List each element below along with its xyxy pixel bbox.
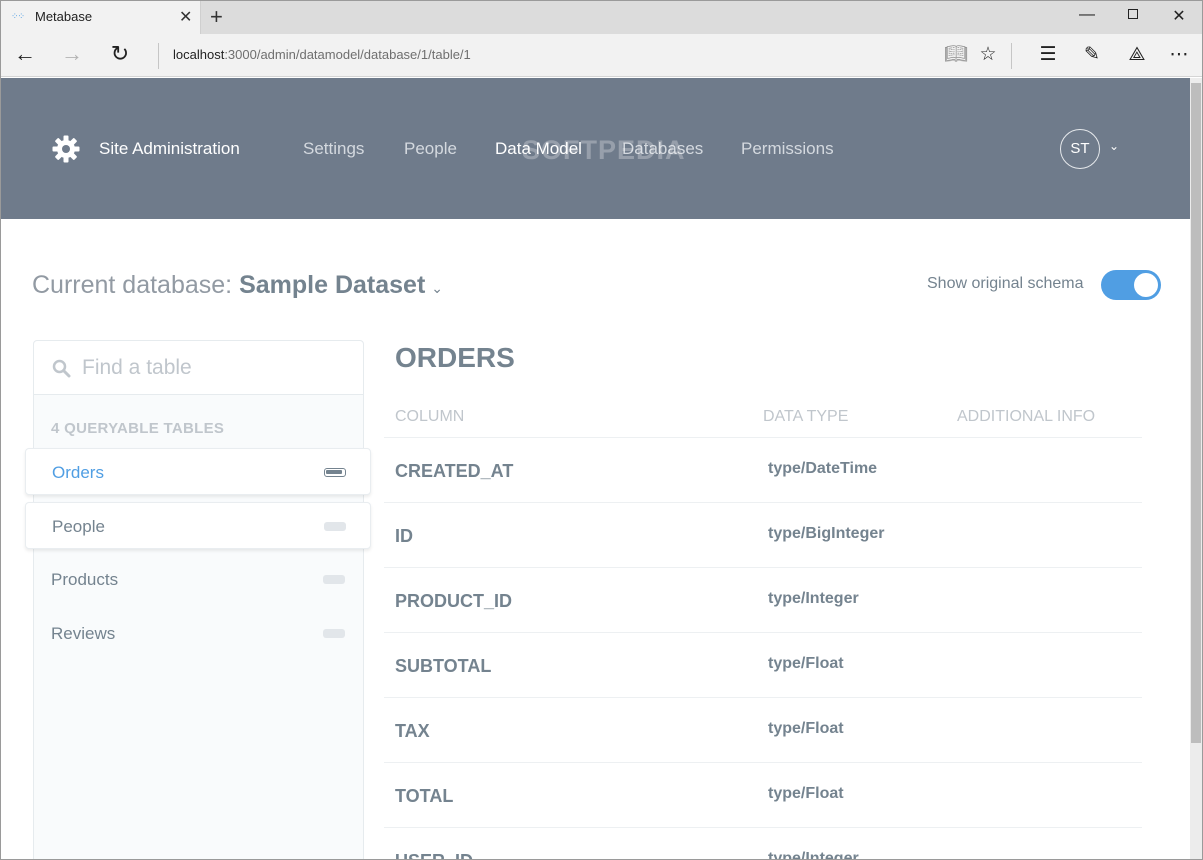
column-type[interactable]: type/Float bbox=[768, 720, 844, 738]
chevron-down-icon: ⌄ bbox=[431, 280, 444, 296]
visibility-icon[interactable] bbox=[324, 468, 346, 477]
toggle-knob bbox=[1134, 273, 1158, 297]
nav-settings[interactable]: Settings bbox=[303, 139, 364, 159]
column-header-additional-info: ADDITIONAL INFO bbox=[957, 408, 1096, 425]
table-row: CREATED_AT type/DateTime bbox=[384, 437, 1142, 502]
web-note-icon[interactable]: ✎ bbox=[1080, 43, 1104, 67]
table-item-orders[interactable]: Orders bbox=[25, 448, 371, 495]
table-row: TOTAL type/Float bbox=[384, 762, 1142, 827]
column-type[interactable]: type/DateTime bbox=[768, 460, 877, 478]
chevron-down-icon[interactable]: ⌄ bbox=[1109, 139, 1119, 153]
column-type[interactable]: type/Integer bbox=[768, 850, 859, 859]
show-original-schema-toggle[interactable] bbox=[1101, 270, 1161, 300]
table-item-people[interactable]: People bbox=[25, 502, 371, 549]
column-header-column: COLUMN bbox=[395, 408, 465, 425]
table-title[interactable]: ORDERS bbox=[395, 342, 515, 374]
column-type[interactable]: type/Float bbox=[768, 785, 844, 803]
table-search-input[interactable] bbox=[82, 355, 342, 381]
nav-permissions[interactable]: Permissions bbox=[741, 139, 834, 159]
more-icon[interactable]: ⋯ bbox=[1167, 43, 1191, 67]
tab-bar: ⁘⁘ Metabase ✕ + — ✕ bbox=[1, 1, 1202, 34]
site-administration-title[interactable]: Site Administration bbox=[99, 139, 240, 159]
column-name[interactable]: PRODUCT_ID bbox=[395, 591, 512, 612]
address-separator bbox=[158, 43, 159, 69]
table-row: TAX type/Float bbox=[384, 697, 1142, 762]
close-tab-icon[interactable]: ✕ bbox=[179, 7, 192, 27]
close-window-icon[interactable]: ✕ bbox=[1169, 6, 1189, 26]
column-name[interactable]: TOTAL bbox=[395, 786, 453, 807]
address-bar[interactable]: localhost:3000/admin/datamodel/database/… bbox=[173, 47, 471, 62]
address-host: localhost bbox=[173, 47, 225, 62]
visibility-icon[interactable] bbox=[323, 575, 345, 584]
table-row: PRODUCT_ID type/Integer bbox=[384, 567, 1142, 632]
favorite-star-icon[interactable]: ☆ bbox=[976, 43, 1000, 67]
table-row: ID type/BigInteger bbox=[384, 502, 1142, 567]
metabase-favicon-icon: ⁘⁘ bbox=[11, 12, 25, 22]
column-name[interactable]: SUBTOTAL bbox=[395, 656, 491, 677]
column-name[interactable]: CREATED_AT bbox=[395, 461, 513, 482]
table-item-label: Products bbox=[51, 570, 119, 589]
show-original-schema-label: Show original schema bbox=[927, 275, 1084, 292]
admin-header: Site Administration Settings People Data… bbox=[1, 78, 1190, 219]
current-database-selector[interactable]: Current database: Sample Dataset ⌄ bbox=[32, 271, 443, 300]
maximize-icon[interactable] bbox=[1123, 6, 1143, 24]
table-search bbox=[34, 341, 363, 395]
visibility-icon[interactable] bbox=[323, 629, 345, 638]
column-name[interactable]: ID bbox=[395, 526, 413, 547]
search-icon bbox=[52, 359, 71, 378]
reading-view-icon[interactable]: 📖︎ bbox=[944, 43, 968, 67]
softpedia-watermark: SOFTPEDIA bbox=[522, 135, 686, 165]
queryable-tables-count: 4 QUERYABLE TABLES bbox=[51, 420, 225, 437]
user-avatar[interactable]: ST bbox=[1060, 129, 1100, 169]
forward-arrow-icon[interactable]: → bbox=[59, 42, 85, 66]
nav-people[interactable]: People bbox=[404, 139, 457, 159]
back-arrow-icon[interactable]: ← bbox=[12, 42, 38, 66]
gear-icon bbox=[52, 135, 80, 163]
new-tab-icon[interactable]: + bbox=[210, 4, 223, 30]
browser-tab[interactable]: ⁘⁘ Metabase ✕ bbox=[1, 1, 201, 34]
column-header-data-type: DATA TYPE bbox=[763, 408, 849, 425]
table-item-products[interactable]: Products bbox=[25, 556, 371, 603]
address-path: :3000/admin/datamodel/database/1/table/1 bbox=[224, 47, 471, 62]
table-item-reviews[interactable]: Reviews bbox=[25, 610, 371, 657]
column-type[interactable]: type/BigInteger bbox=[768, 525, 884, 543]
visibility-icon[interactable] bbox=[324, 522, 346, 531]
column-type[interactable]: type/Float bbox=[768, 655, 844, 673]
table-item-label: Reviews bbox=[51, 624, 116, 643]
page-scrollbar-thumb[interactable] bbox=[1191, 83, 1201, 743]
column-name[interactable]: USER_ID bbox=[395, 851, 473, 859]
column-name[interactable]: TAX bbox=[395, 721, 430, 742]
toolbar-separator bbox=[1011, 43, 1012, 69]
table-item-label: Orders bbox=[52, 463, 104, 482]
table-item-label: People bbox=[52, 517, 105, 536]
current-database-prefix: Current database: bbox=[32, 271, 233, 299]
table-row: USER_ID type/Integer bbox=[384, 827, 1142, 859]
browser-window: ⁘⁘ Metabase ✕ + — ✕ ← → ↻ localhost:3000… bbox=[0, 0, 1203, 860]
columns-list: CREATED_AT type/DateTime ID type/BigInte… bbox=[384, 437, 1142, 859]
tab-title: Metabase bbox=[35, 9, 93, 24]
column-type[interactable]: type/Integer bbox=[768, 590, 859, 608]
share-icon[interactable]: ⟁ bbox=[1125, 43, 1149, 67]
table-row: SUBTOTAL type/Float bbox=[384, 632, 1142, 697]
refresh-icon[interactable]: ↻ bbox=[107, 42, 133, 66]
current-database-name: Sample Dataset bbox=[239, 271, 426, 299]
hub-icon[interactable]: ☰ bbox=[1036, 43, 1060, 67]
browser-navbar: ← → ↻ localhost:3000/admin/datamodel/dat… bbox=[1, 34, 1202, 77]
minimize-icon[interactable]: — bbox=[1077, 6, 1097, 24]
